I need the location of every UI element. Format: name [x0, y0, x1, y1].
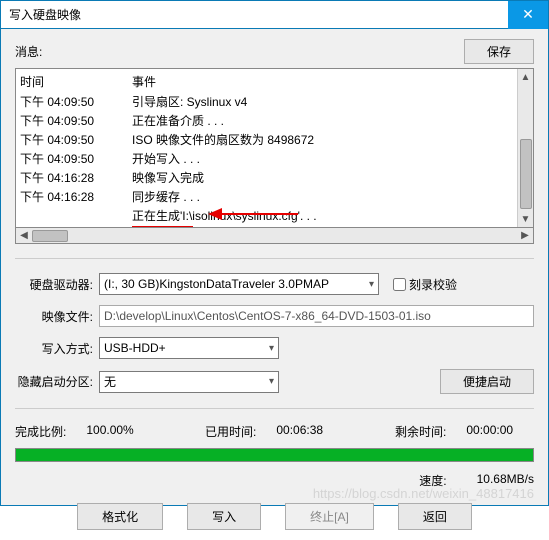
elapsed-label: 已用时间:	[205, 423, 256, 440]
back-button[interactable]: 返回	[398, 503, 472, 530]
table-row: 下午 04:09:50正在准备介质 . . .	[20, 111, 513, 130]
remain-label: 剩余时间:	[395, 423, 446, 440]
dialog-window: 写入硬盘映像 ✕ 消息: 保存 时间 事件 下午 04:09:50引导扇区: S…	[0, 0, 549, 506]
verify-checkbox-input[interactable]	[393, 278, 406, 291]
table-row: 正在生成'I:\isolinux\syslinux.cfg'. . .	[20, 206, 513, 225]
divider	[15, 408, 534, 409]
hidden-partition-select[interactable]: 无 ▾	[99, 371, 279, 393]
scroll-thumb[interactable]	[520, 139, 532, 209]
chevron-down-icon: ▾	[269, 343, 274, 354]
drive-label: 硬盘驱动器:	[15, 276, 99, 293]
progress-value: 100.00%	[86, 423, 133, 440]
speed-label: 速度:	[419, 472, 446, 489]
write-button[interactable]: 写入	[187, 503, 261, 530]
scroll-left-icon[interactable]: ◀	[16, 228, 32, 244]
success-highlight: 刻录成功!	[132, 226, 193, 227]
scroll-up-icon[interactable]: ▲	[518, 69, 534, 85]
close-button[interactable]: ✕	[508, 1, 548, 29]
table-row: 下午 04:09:50ISO 映像文件的扇区数为 8498672	[20, 130, 513, 149]
message-label: 消息:	[15, 43, 464, 60]
remain-value: 00:00:00	[466, 423, 513, 440]
save-button[interactable]: 保存	[464, 39, 534, 64]
format-button[interactable]: 格式化	[77, 503, 163, 530]
progress-bar	[15, 448, 534, 462]
table-row: 下午 04:16:28同步缓存 . . .	[20, 187, 513, 206]
scroll-thumb[interactable]	[32, 230, 68, 242]
table-row: 下午 04:16:30 刻录成功!	[20, 225, 513, 227]
drive-select[interactable]: (I:, 30 GB)KingstonDataTraveler 3.0PMAP …	[99, 273, 379, 295]
log-header: 时间 事件	[20, 71, 513, 92]
divider	[15, 258, 534, 259]
scroll-right-icon[interactable]: ▶	[517, 228, 533, 244]
elapsed-value: 00:06:38	[276, 423, 323, 440]
stop-button: 终止[A]	[285, 503, 374, 530]
col-time-header: 时间	[20, 73, 132, 90]
mode-label: 写入方式:	[15, 340, 99, 357]
window-title: 写入硬盘映像	[9, 6, 81, 23]
close-icon: ✕	[522, 6, 534, 23]
content-area: 消息: 保存 时间 事件 下午 04:09:50引导扇区: Syslinux v…	[1, 29, 548, 540]
log-panel: 时间 事件 下午 04:09:50引导扇区: Syslinux v4 下午 04…	[15, 68, 534, 228]
table-row: 下午 04:09:50引导扇区: Syslinux v4	[20, 92, 513, 111]
progress-label: 完成比例:	[15, 423, 66, 440]
chevron-down-icon: ▾	[269, 376, 274, 387]
table-row: 下午 04:16:28映像写入完成	[20, 168, 513, 187]
chevron-down-icon: ▾	[369, 279, 374, 290]
image-label: 映像文件:	[15, 308, 99, 325]
image-path-input[interactable]	[99, 305, 534, 327]
col-event-header: 事件	[132, 73, 513, 90]
titlebar: 写入硬盘映像 ✕	[1, 1, 548, 29]
scroll-down-icon[interactable]: ▼	[518, 211, 534, 227]
table-row: 下午 04:09:50开始写入 . . .	[20, 149, 513, 168]
progress-fill	[16, 449, 533, 461]
scrollbar-vertical[interactable]: ▲ ▼	[517, 69, 533, 227]
speed-value: 10.68MB/s	[477, 472, 534, 489]
write-mode-select[interactable]: USB-HDD+ ▾	[99, 337, 279, 359]
log-list[interactable]: 时间 事件 下午 04:09:50引导扇区: Syslinux v4 下午 04…	[16, 69, 517, 227]
quick-boot-button[interactable]: 便捷启动	[440, 369, 534, 394]
scrollbar-horizontal[interactable]: ◀ ▶	[15, 228, 534, 244]
verify-checkbox[interactable]: 刻录校验	[393, 276, 457, 293]
hidden-label: 隐藏启动分区:	[15, 373, 99, 390]
